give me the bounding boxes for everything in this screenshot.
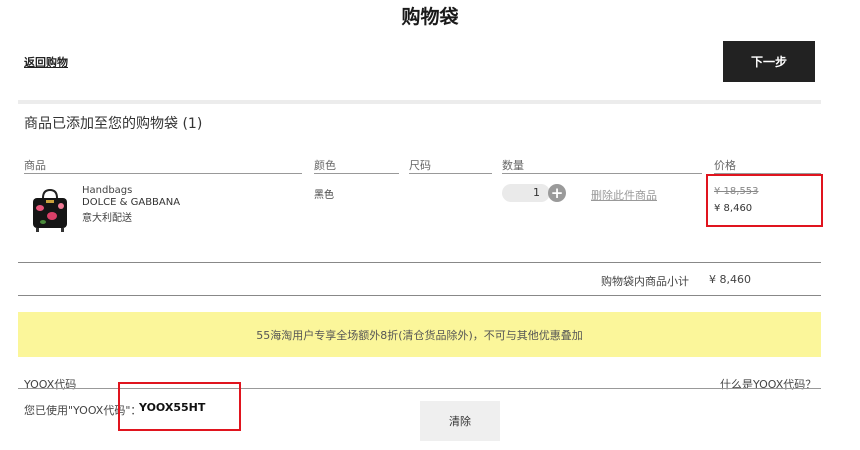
column-header-size: 尺码 — [409, 159, 431, 172]
yoox-code-label: YOOX代码 — [24, 378, 77, 391]
clear-code-button[interactable]: 清除 — [420, 401, 500, 441]
remove-item-link[interactable]: 删除此件商品 — [591, 187, 657, 203]
column-underline-size — [409, 173, 492, 174]
column-underline-quantity — [502, 173, 702, 174]
subtotal-value: ¥ 8,460 — [709, 273, 751, 286]
subtotal-separator — [18, 295, 821, 296]
handbag-floral-icon[interactable] — [28, 186, 72, 236]
quantity-value[interactable]: 1 — [502, 186, 540, 199]
column-header-product: 商品 — [24, 159, 46, 172]
page-title: 购物袋 — [401, 6, 459, 28]
column-underline-color — [314, 173, 399, 174]
yoox-code-help-link[interactable]: 什么是YOOX代码？ — [720, 376, 816, 392]
header-divider — [18, 100, 821, 104]
column-underline-product — [24, 173, 302, 174]
promo-banner: 55海淘用户专享全场额外8折(清仓货品除外)，不可与其他优惠叠加 — [18, 312, 821, 357]
subtotal-label: 购物袋内商品小计 — [601, 275, 689, 288]
column-header-price: 价格 — [714, 159, 736, 172]
price-highlight-box — [706, 174, 823, 227]
product-shipping: 意大利配送 — [82, 213, 132, 224]
product-color: 黑色 — [314, 190, 334, 201]
added-to-bag-message: 商品已添加至您的购物袋 (1) — [24, 116, 203, 132]
product-brand: DOLCE & GABBANA — [82, 197, 181, 208]
product-category: Handbags — [82, 185, 133, 196]
row-separator — [18, 262, 821, 263]
next-step-button[interactable]: 下一步 — [723, 41, 815, 82]
column-header-quantity: 数量 — [502, 159, 524, 172]
column-header-color: 颜色 — [314, 159, 336, 172]
plus-icon[interactable]: + — [548, 184, 566, 202]
code-highlight-box — [118, 382, 241, 431]
back-to-shopping-link[interactable]: 返回购物 — [24, 54, 68, 70]
